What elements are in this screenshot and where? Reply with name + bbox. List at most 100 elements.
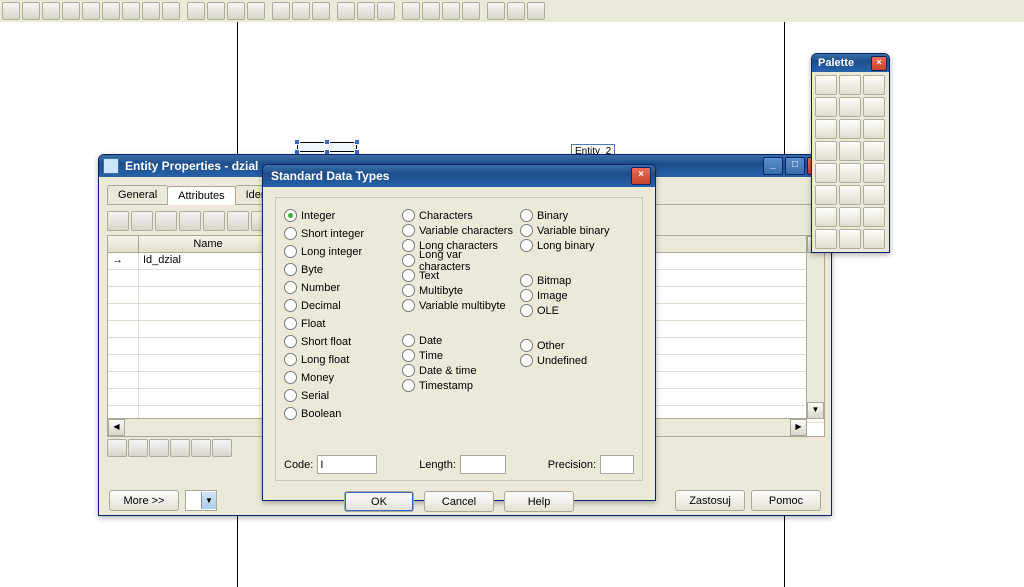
move-down-icon[interactable] — [212, 439, 232, 457]
cut-icon[interactable] — [815, 119, 837, 139]
radio-date-time[interactable]: Date & time — [402, 363, 516, 378]
note-icon[interactable] — [863, 163, 885, 183]
zoom-area-icon[interactable] — [863, 97, 885, 117]
hand-icon[interactable] — [839, 75, 861, 95]
ellipse-icon[interactable] — [815, 229, 837, 249]
palette-titlebar[interactable]: Palette × — [812, 54, 889, 72]
scroll-right-button[interactable]: ▶ — [790, 419, 807, 436]
help-button[interactable]: Pomoc — [751, 490, 821, 511]
link-icon[interactable] — [839, 141, 861, 161]
radio-short-integer[interactable]: Short integer — [284, 226, 398, 241]
curve-icon[interactable] — [839, 207, 861, 227]
window3-icon[interactable] — [442, 2, 460, 20]
package-icon[interactable] — [863, 141, 885, 161]
view-combo[interactable]: ▼ — [185, 490, 217, 511]
radio-timestamp[interactable]: Timestamp — [402, 378, 516, 393]
window1-icon[interactable] — [402, 2, 420, 20]
process-icon[interactable] — [815, 185, 837, 205]
minimize-button[interactable]: _ — [763, 157, 783, 175]
radio-date[interactable]: Date — [402, 333, 516, 348]
zoom-out-icon[interactable] — [839, 97, 861, 117]
zoom-icon[interactable] — [863, 75, 885, 95]
scroll-down-button[interactable]: ▼ — [807, 402, 824, 419]
text-icon[interactable] — [863, 229, 885, 249]
radio-multibyte[interactable]: Multibyte — [402, 283, 516, 298]
cut-icon[interactable] — [62, 2, 80, 20]
entity-icon[interactable] — [815, 141, 837, 161]
radio-image[interactable]: Image — [520, 288, 634, 303]
grid-vscroll[interactable]: ▲ ▼ — [806, 236, 824, 419]
zoom-out-icon[interactable] — [292, 2, 310, 20]
store-icon[interactable] — [863, 185, 885, 205]
copy-icon[interactable] — [839, 119, 861, 139]
grid-icon[interactable] — [187, 2, 205, 20]
radio-variable-multibyte[interactable]: Variable multibyte — [402, 298, 516, 313]
open-icon[interactable] — [22, 2, 40, 20]
insert-attr-icon[interactable] — [131, 211, 153, 231]
types-titlebar[interactable]: Standard Data Types × — [263, 165, 655, 187]
props-icon[interactable] — [227, 211, 249, 231]
first-row-icon[interactable] — [107, 439, 127, 457]
zoom-in-icon[interactable] — [272, 2, 290, 20]
layer3-icon[interactable] — [527, 2, 545, 20]
col-row-marker[interactable] — [108, 236, 139, 252]
ok-button[interactable]: OK — [344, 491, 414, 512]
radio-time[interactable]: Time — [402, 348, 516, 363]
radio-short-float[interactable]: Short float — [284, 334, 398, 349]
last-row-icon[interactable] — [170, 439, 190, 457]
undo-icon[interactable] — [122, 2, 140, 20]
radio-money[interactable]: Money — [284, 370, 398, 385]
print-icon[interactable] — [162, 2, 180, 20]
paste-icon[interactable] — [102, 2, 120, 20]
close-button[interactable]: × — [871, 56, 887, 71]
line-icon[interactable] — [815, 207, 837, 227]
table-icon[interactable] — [207, 2, 225, 20]
zoom-in-icon[interactable] — [815, 97, 837, 117]
close-button[interactable]: × — [631, 167, 651, 185]
help-button[interactable]: Help — [504, 491, 574, 512]
copy-icon[interactable] — [82, 2, 100, 20]
save-icon[interactable] — [42, 2, 60, 20]
maximize-button[interactable]: □ — [785, 157, 805, 175]
connector-icon[interactable] — [863, 207, 885, 227]
radio-ole[interactable]: OLE — [520, 303, 634, 318]
radio-long-var-characters[interactable]: Long var characters — [402, 253, 516, 268]
filter-icon[interactable] — [179, 211, 201, 231]
view-icon[interactable] — [839, 163, 861, 183]
cell-name[interactable]: Id_dzial — [139, 253, 278, 269]
new-icon[interactable] — [2, 2, 20, 20]
precision-input[interactable] — [600, 455, 634, 474]
apply-button[interactable]: Zastosuj — [675, 490, 745, 511]
tab-general[interactable]: General — [107, 185, 168, 204]
move-up-icon[interactable] — [191, 439, 211, 457]
radio-decimal[interactable]: Decimal — [284, 298, 398, 313]
scroll-left-button[interactable]: ◀ — [108, 419, 125, 436]
radio-float[interactable]: Float — [284, 316, 398, 331]
layer2-icon[interactable] — [507, 2, 525, 20]
radio-variable-characters[interactable]: Variable characters — [402, 223, 516, 238]
paste-icon[interactable] — [863, 119, 885, 139]
window4-icon[interactable] — [462, 2, 480, 20]
tab-attributes[interactable]: Attributes — [167, 186, 235, 205]
fit-icon[interactable] — [312, 2, 330, 20]
radio-other[interactable]: Other — [520, 338, 634, 353]
inheritance-icon[interactable] — [815, 163, 837, 183]
column-icon[interactable] — [227, 2, 245, 20]
radio-serial[interactable]: Serial — [284, 388, 398, 403]
radio-number[interactable]: Number — [284, 280, 398, 295]
radio-bitmap[interactable]: Bitmap — [520, 273, 634, 288]
col-name[interactable]: Name — [139, 236, 278, 252]
add-attr-icon[interactable] — [107, 211, 129, 231]
radio-boolean[interactable]: Boolean — [284, 406, 398, 421]
radio-integer[interactable]: Integer — [284, 208, 398, 223]
prev-row-icon[interactable] — [128, 439, 148, 457]
selected-entity[interactable] — [297, 142, 357, 152]
align-left-icon[interactable] — [337, 2, 355, 20]
key-icon[interactable] — [247, 2, 265, 20]
window2-icon[interactable] — [422, 2, 440, 20]
radio-binary[interactable]: Binary — [520, 208, 634, 223]
align-right-icon[interactable] — [377, 2, 395, 20]
radio-long-integer[interactable]: Long integer — [284, 244, 398, 259]
flow-icon[interactable] — [839, 185, 861, 205]
polygon-icon[interactable] — [839, 229, 861, 249]
